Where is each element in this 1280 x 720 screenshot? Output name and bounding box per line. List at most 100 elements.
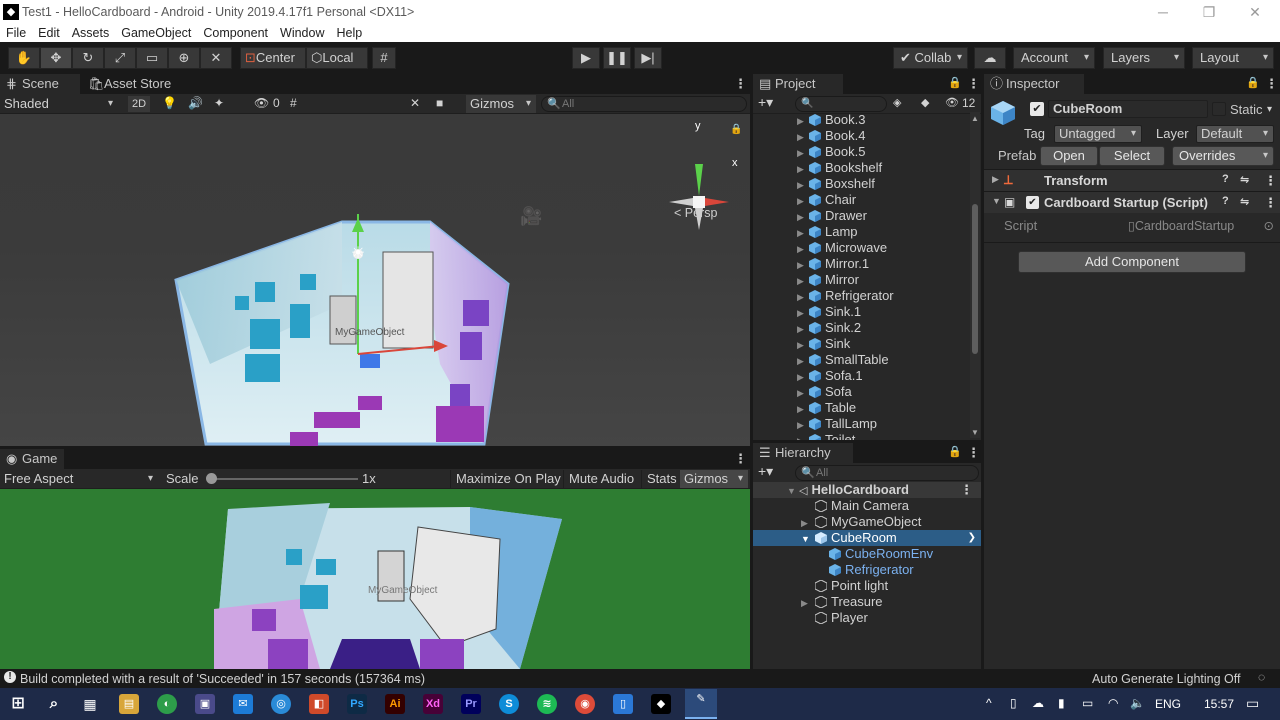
list-item[interactable]: ▶TallLamp xyxy=(753,416,969,432)
cardboard-script-header[interactable]: ▼ ▣ ✔ Cardboard Startup (Script) ? ⇋ ⋮ xyxy=(984,191,1280,213)
menu-help[interactable]: Help xyxy=(336,26,362,40)
tray-cloud-icon[interactable]: ☁ xyxy=(1032,696,1044,710)
expand-arrow-icon[interactable]: ▶ xyxy=(797,193,809,209)
stats-toggle[interactable]: Stats xyxy=(641,470,682,488)
scale-slider-handle[interactable] xyxy=(206,473,217,484)
expand-arrow-icon[interactable]: ▶ xyxy=(797,273,809,289)
tab-game[interactable]: ◉Game xyxy=(0,449,64,469)
help-icon[interactable]: ? xyxy=(1222,173,1229,185)
scale-slider-track[interactable] xyxy=(210,478,358,480)
list-item[interactable]: ▶Sink xyxy=(753,336,969,352)
list-item[interactable]: ▶Sofa.1 xyxy=(753,368,969,384)
minimize-button[interactable]: ─ xyxy=(1140,2,1186,22)
layout-dropdown[interactable]: Layout xyxy=(1192,47,1274,69)
list-item[interactable]: ▶Microwave xyxy=(753,240,969,256)
help-icon[interactable]: ? xyxy=(1222,195,1229,207)
transform-tool-icon[interactable]: ⊕ xyxy=(168,47,200,69)
table-row[interactable]: CubeRoomEnv xyxy=(753,546,981,562)
lock-icon[interactable]: 🔒 xyxy=(730,124,742,135)
menu-file[interactable]: File xyxy=(6,26,26,40)
tray-chevron-icon[interactable]: ^ xyxy=(986,696,992,710)
project-scrollbar[interactable]: ▲ ▼ xyxy=(970,112,980,438)
game-gizmos-dropdown[interactable]: Gizmos xyxy=(680,470,748,488)
expand-arrow-icon[interactable]: ▶ xyxy=(797,321,809,337)
static-checkbox[interactable] xyxy=(1212,102,1226,116)
hidden-objects-icon[interactable]: 👁 xyxy=(254,96,269,110)
expand-arrow-icon[interactable]: ▶ xyxy=(797,113,809,129)
expand-arrow-icon[interactable]: ▶ xyxy=(797,369,809,385)
list-item[interactable]: ▶Sink.1 xyxy=(753,304,969,320)
expand-arrow-icon[interactable]: ▶ xyxy=(992,174,999,185)
tab-scene[interactable]: ⋕Scene xyxy=(0,74,80,94)
inspector-menu-icon[interactable]: ⋮ xyxy=(1265,76,1278,92)
game-viewport[interactable]: MyGameObject xyxy=(0,489,750,669)
list-item[interactable]: ▶Refrigerator xyxy=(753,288,969,304)
add-component-button[interactable]: Add Component xyxy=(1018,251,1246,273)
list-item[interactable]: ▶Book.4 xyxy=(753,128,969,144)
app-green-icon[interactable]: ◐ xyxy=(157,694,177,714)
audio-toggle-icon[interactable]: 🔊 xyxy=(188,96,203,110)
prefab-overrides-dropdown[interactable]: Overrides xyxy=(1172,146,1274,166)
layers-dropdown[interactable]: Layers xyxy=(1103,47,1185,69)
layer-dropdown[interactable]: Default xyxy=(1196,125,1274,143)
active-checkbox[interactable]: ✔ xyxy=(1030,102,1044,116)
photoshop-icon[interactable]: Ps xyxy=(347,694,367,714)
scene-grid-icon[interactable]: # xyxy=(290,96,297,110)
illustrator-icon[interactable]: Ai xyxy=(385,694,405,714)
list-item[interactable]: ▶Table xyxy=(753,400,969,416)
prefab-open-arrow-icon[interactable]: ❯ xyxy=(968,530,976,546)
hand-tool-icon[interactable]: ✋ xyxy=(8,47,40,69)
list-item[interactable]: ▶SmallTable xyxy=(753,352,969,368)
mail-icon[interactable]: ✉ xyxy=(233,694,253,714)
project-lock-icon[interactable]: 🔒 xyxy=(948,76,962,89)
account-dropdown[interactable]: Account xyxy=(1013,47,1095,69)
cloud-icon[interactable]: ☁ xyxy=(974,47,1006,69)
browser-icon[interactable]: ◎ xyxy=(271,694,291,714)
tray-volume-icon[interactable]: 🔈 xyxy=(1130,696,1145,710)
skype-icon[interactable]: S xyxy=(499,694,519,714)
scale-tool-icon[interactable]: ⤢ xyxy=(104,47,136,69)
language-indicator[interactable]: ENG xyxy=(1155,697,1181,711)
tab-inspector[interactable]: ⓘInspector xyxy=(984,74,1084,94)
perspective-label[interactable]: < Persp xyxy=(674,206,717,220)
filter-by-type-icon[interactable]: ◈ xyxy=(893,96,901,109)
collapse-arrow-icon[interactable]: ▼ xyxy=(801,531,813,547)
component-menu-icon[interactable]: ⋮ xyxy=(1264,195,1277,211)
expand-arrow-icon[interactable]: ▶ xyxy=(797,145,809,161)
preset-icon[interactable]: ⇋ xyxy=(1240,173,1249,186)
menu-component[interactable]: Component xyxy=(203,26,268,40)
table-row[interactable]: Player xyxy=(753,610,981,626)
tray-usb-icon[interactable]: ▮ xyxy=(1058,696,1065,710)
unity-editor-icon[interactable]: ✎ xyxy=(685,689,717,719)
task-view-icon[interactable]: ▦ xyxy=(80,694,100,714)
windows-start-icon[interactable]: ⊞ xyxy=(8,694,28,714)
menu-window[interactable]: Window xyxy=(280,26,324,40)
list-item[interactable]: ▶Bookshelf xyxy=(753,160,969,176)
table-row[interactable]: ▼CubeRoom❯ xyxy=(753,530,981,546)
component-enabled-checkbox[interactable]: ✔ xyxy=(1026,196,1039,209)
scene-menu-icon[interactable]: ⋮ xyxy=(734,76,747,92)
step-button[interactable]: ▶| xyxy=(634,47,662,69)
status-message[interactable]: Build completed with a result of 'Succee… xyxy=(20,672,425,686)
chrome-icon[interactable]: ◉ xyxy=(575,694,595,714)
project-search-input[interactable]: 🔍 xyxy=(795,96,887,112)
project-menu-icon[interactable]: ⋮ xyxy=(967,76,980,92)
maximize-on-play-toggle[interactable]: Maximize On Play xyxy=(450,470,566,488)
project-add-icon[interactable]: +▾ xyxy=(758,94,773,111)
scene-options-icon[interactable]: ⋮ xyxy=(960,482,973,498)
store-icon[interactable]: ▣ xyxy=(195,694,215,714)
menu-gameobject[interactable]: GameObject xyxy=(121,26,191,40)
pause-button[interactable]: ❚❚ xyxy=(603,47,631,69)
scroll-up-icon[interactable]: ▲ xyxy=(971,114,979,123)
scroll-down-icon[interactable]: ▼ xyxy=(971,428,979,437)
expand-arrow-icon[interactable]: ▶ xyxy=(797,257,809,273)
filter-by-label-icon[interactable]: ◆ xyxy=(921,96,929,109)
scene-search-input[interactable]: 🔍All xyxy=(541,96,747,112)
list-item[interactable]: ▶Mirror.1 xyxy=(753,256,969,272)
prefab-select-button[interactable]: Select xyxy=(1099,146,1165,166)
expand-arrow-icon[interactable]: ▶ xyxy=(797,417,809,433)
aspect-dropdown[interactable]: Free Aspect xyxy=(4,470,158,488)
shading-mode-dropdown[interactable]: Shaded xyxy=(4,95,118,113)
move-tool-icon[interactable]: ✥ xyxy=(40,47,72,69)
hierarchy-add-icon[interactable]: +▾ xyxy=(758,463,773,480)
